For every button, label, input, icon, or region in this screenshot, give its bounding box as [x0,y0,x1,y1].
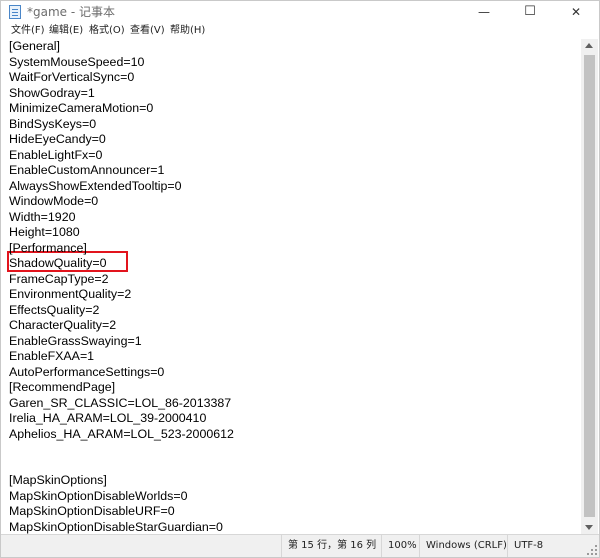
vertical-scrollbar[interactable] [581,39,598,534]
status-zoom: 100% [381,535,419,557]
menu-format[interactable]: 格式(O) [89,24,125,38]
text-line: WaitForVerticalSync=0 [9,70,135,84]
text-line: MapSkinOptionDisableURF=0 [9,504,175,518]
text-line: CharacterQuality=2 [9,318,117,332]
status-encoding: UTF-8 [507,535,583,557]
menu-view[interactable]: 查看(V) [130,24,165,38]
text-line: SystemMouseSpeed=10 [9,54,145,69]
text-line: MapSkinOptionDisableWorlds=0 [9,488,188,503]
menu-help[interactable]: 帮助(H) [170,24,205,38]
minimize-button[interactable]: — [461,1,507,23]
text-line: Irelia_HA_ARAM=LOL_39-2000410 [9,411,207,425]
text-line: Garen_SR_CLASSIC=LOL_86-2013387 [9,395,232,410]
text-line: BindSysKeys=0 [9,116,97,131]
status-line-ending: Windows (CRLF) [419,535,507,557]
text-line: ShadowQuality=0 [9,256,107,270]
status-bar: 第 15 行，第 16 列 100% Windows (CRLF) UTF-8 [1,534,599,557]
scroll-down-arrow-icon[interactable] [585,525,593,530]
text-line: EnableCustomAnnouncer=1 [9,163,165,177]
close-button[interactable]: ✕ [553,1,599,23]
notepad-icon [9,5,21,19]
text-line: EffectsQuality=2 [9,302,100,317]
text-line: ShowGodray=1 [9,85,95,100]
text-line: FrameCapType=2 [9,271,109,286]
text-line: HideEyeCandy=0 [9,132,106,146]
text-line: MapSkinOptionDisableStarGuardian=0 [9,519,223,534]
resize-grip-icon[interactable] [587,545,597,555]
text-line: [MapSkinOptions] [9,473,107,487]
title-bar[interactable]: *game - 记事本 — ☐ ✕ [1,1,599,23]
text-line: [General] [9,39,60,53]
menu-file[interactable]: 文件(F) [11,24,45,38]
text-line: EnableLightFx=0 [9,147,103,162]
text-line: Aphelios_HA_ARAM=LOL_523-2000612 [9,426,234,441]
text-line: AlwaysShowExtendedTooltip=0 [9,178,182,193]
text-line: EnvironmentQuality=2 [9,287,132,301]
text-line: [RecommendPage] [9,380,116,394]
text-line: [Performance] [9,240,87,255]
text-line: Height=1080 [9,225,80,239]
window-title: *game - 记事本 [27,5,116,19]
menu-bar: 文件(F) 编辑(E) 格式(O) 查看(V) 帮助(H) [1,23,599,39]
text-line: WindowMode=0 [9,194,99,208]
text-line: MinimizeCameraMotion=0 [9,101,154,115]
maximize-button[interactable]: ☐ [507,1,553,23]
text-line: Width=1920 [9,209,76,224]
text-line: EnableFXAA=1 [9,349,95,363]
text-editor-area[interactable]: [General] SystemMouseSpeed=10 WaitForVerti… [5,39,579,534]
menu-edit[interactable]: 编辑(E) [49,24,83,38]
scrollbar-thumb[interactable] [584,55,595,517]
status-cursor-position: 第 15 行，第 16 列 [281,535,381,557]
notepad-window: *game - 记事本 — ☐ ✕ 文件(F) 编辑(E) 格式(O) 查看(V… [0,0,600,558]
text-line: AutoPerformanceSettings=0 [9,364,165,379]
text-line: EnableGrassSwaying=1 [9,333,142,348]
scroll-up-arrow-icon[interactable] [585,43,593,48]
